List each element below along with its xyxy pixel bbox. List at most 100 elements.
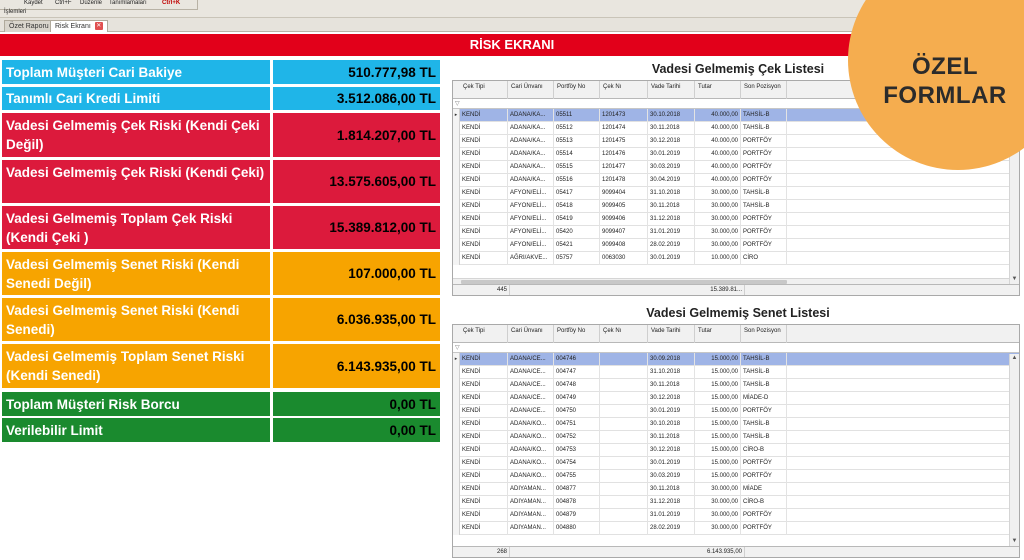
senet-grid-title: Vadesi Gelmemiş Senet Listesi [646,306,830,320]
table-row[interactable]: KENDİ ADIYAMAN... 004877 30.11.2018 30.000,0… [453,483,1019,496]
column-header[interactable]: Vade Tarihi [648,81,695,99]
row-header[interactable] [453,135,460,148]
tab-risk-ekrani[interactable]: Risk Ekranı ✕ [50,20,108,32]
find-shortcut[interactable]: Ctrl+F [55,0,72,6]
column-header[interactable]: Çek Tipi [460,325,508,343]
table-cell: 004751 [554,418,600,431]
senet-list-grid[interactable]: Çek Tipi Cari Ünvanı Portföy No Çek Nı Vade … [452,324,1020,558]
table-cell: KENDİ [460,122,508,135]
risk-value: 107.000,00 TL [273,252,440,295]
table-cell: TAHSİL-B [741,200,787,213]
row-header[interactable] [453,392,460,405]
scroll-down-icon[interactable]: ▼ [1010,275,1019,284]
grid-body[interactable]: ▸ KENDİ ADANA/CE... 004746 30.09.2018 15.000,… [453,353,1019,535]
row-header[interactable] [453,122,460,135]
row-header[interactable] [453,366,460,379]
row-header[interactable] [453,252,460,265]
table-cell: 05512 [554,122,600,135]
table-cell: 30.03.2019 [648,161,695,174]
grid-header: Çek Tipi Cari Ünvanı Portföy No Çek Nı Vade … [453,325,1019,343]
column-header[interactable]: Portföy No [554,325,600,343]
column-header[interactable]: Portföy No [554,81,600,99]
row-header[interactable] [453,200,460,213]
column-header[interactable]: Cari Ünvanı [508,81,554,99]
vertical-scrollbar[interactable]: ▲ ▼ [1009,354,1019,546]
column-header[interactable]: Tutar [695,325,741,343]
table-cell: 05417 [554,187,600,200]
row-header[interactable] [453,161,460,174]
row-header[interactable] [453,457,460,470]
table-cell: 15.000,00 [695,418,741,431]
table-row[interactable]: KENDİ ADANA/CE... 004750 30.01.2019 15.000,0… [453,405,1019,418]
table-cell: 0063030 [600,252,648,265]
table-row[interactable]: KENDİ ADANA/KO... 004751 30.10.2018 15.000,0… [453,418,1019,431]
row-header[interactable] [453,418,460,431]
column-header[interactable]: Son Pozisyon [741,325,787,343]
table-cell: KENDİ [460,200,508,213]
table-row[interactable]: KENDİ AFYON/ELİ... 05419 9099406 31.12.2018 3… [453,213,1019,226]
row-header[interactable] [453,226,460,239]
table-row[interactable]: KENDİ ADANA/KO... 004753 30.12.2018 15.000,0… [453,444,1019,457]
definitions-button[interactable]: Tanımlamaları [109,0,147,6]
table-cell: PORTFÖY [741,522,787,535]
filter-icon[interactable]: ▽ [455,344,460,351]
table-cell: ADANA/KO... [508,418,554,431]
tab-ozet-raporu[interactable]: Özet Raporu [4,20,54,32]
row-header[interactable] [453,379,460,392]
column-header[interactable]: Cari Ünvanı [508,325,554,343]
column-header[interactable]: Çek Tipi [460,81,508,99]
table-cell: ADANA/KO... [508,431,554,444]
row-header[interactable] [453,174,460,187]
row-pointer-icon[interactable]: ▸ [453,109,460,122]
row-header[interactable] [453,405,460,418]
column-header[interactable]: Vade Tarihi [648,325,695,343]
table-row[interactable]: KENDİ ADANA/KO... 004752 30.11.2018 15.000,0… [453,431,1019,444]
table-row[interactable]: KENDİ ADANA/CE... 004749 30.12.2018 15.000,0… [453,392,1019,405]
table-row[interactable]: KENDİ ADANA/KO... 004755 30.03.2019 15.000,0… [453,470,1019,483]
row-header[interactable] [453,444,460,457]
row-header[interactable] [453,470,460,483]
table-cell: 30.000,00 [695,509,741,522]
table-cell: 40.000,00 [695,122,741,135]
scroll-up-icon[interactable]: ▲ [1010,354,1019,363]
row-header[interactable] [453,213,460,226]
table-row[interactable]: ▸ KENDİ ADANA/CE... 004746 30.09.2018 15.000,… [453,353,1019,366]
table-cell: 05757 [554,252,600,265]
table-row[interactable]: KENDİ ADANA/KA... 05516 1201478 30.04.2019 40… [453,174,1019,187]
row-header[interactable] [453,148,460,161]
column-header[interactable]: Çek Nı [600,325,648,343]
row-header[interactable] [453,496,460,509]
close-icon[interactable]: ✕ [94,22,103,31]
filter-icon[interactable]: ▽ [455,100,460,107]
row-header[interactable] [453,431,460,444]
table-row[interactable]: KENDİ ADANA/KO... 004754 30.01.2019 15.000,0… [453,457,1019,470]
save-button[interactable]: Kaydet [24,0,43,6]
row-header[interactable] [453,483,460,496]
row-pointer-icon[interactable]: ▸ [453,353,460,366]
row-header[interactable] [453,187,460,200]
table-row[interactable]: KENDİ AFYON/ELİ... 05421 9099408 28.02.2019 3… [453,239,1019,252]
edit-button[interactable]: Düzenle [80,0,102,6]
table-row[interactable]: KENDİ ADANA/CE... 004748 30.11.2018 15.000,0… [453,379,1019,392]
table-cell: 9099407 [600,226,648,239]
table-row[interactable]: KENDİ ADANA/CE... 004747 31.10.2018 15.000,0… [453,366,1019,379]
table-row[interactable]: KENDİ AFYON/ELİ... 05418 9099405 30.11.2018 3… [453,200,1019,213]
column-header[interactable]: Çek Nı [600,81,648,99]
table-cell: ADANA/CE... [508,366,554,379]
row-header[interactable] [453,522,460,535]
row-header[interactable] [453,509,460,522]
row-header[interactable] [453,239,460,252]
table-row[interactable]: KENDİ ADIYAMAN... 004880 28.02.2019 30.000,0… [453,522,1019,535]
column-header[interactable]: Tutar [695,81,741,99]
scroll-down-icon[interactable]: ▼ [1010,537,1019,546]
table-row[interactable]: KENDİ AFYON/ELİ... 05420 9099407 31.01.2019 3… [453,226,1019,239]
table-row[interactable]: KENDİ ADIYAMAN... 004879 31.01.2019 30.000,0… [453,509,1019,522]
risk-value: 6.036.935,00 TL [273,298,440,341]
table-row[interactable]: KENDİ ADIYAMAN... 004878 31.12.2018 30.000,0… [453,496,1019,509]
table-cell: CİRO [741,252,787,265]
table-row[interactable]: KENDİ AĞRI/AKVE... 05757 0063030 30.01.2019 1… [453,252,1019,265]
column-header[interactable]: Son Pozisyon [741,81,787,99]
table-cell: ADANA/KA... [508,174,554,187]
grid-filter-row[interactable]: ▽ [453,343,1019,353]
table-row[interactable]: KENDİ AFYON/ELİ... 05417 9099404 31.10.2018 3… [453,187,1019,200]
